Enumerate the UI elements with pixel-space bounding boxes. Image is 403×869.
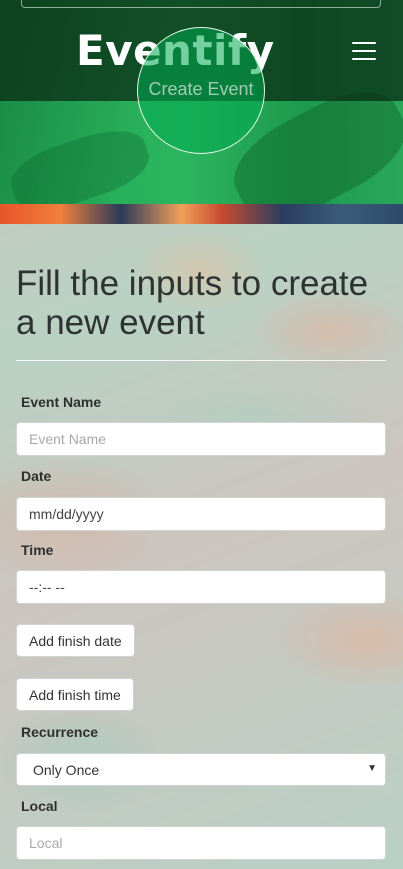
recurrence-selected-value: Only Once bbox=[33, 761, 100, 778]
event-name-label: Event Name bbox=[21, 394, 102, 410]
time-label: Time bbox=[21, 542, 54, 558]
date-label: Date bbox=[21, 468, 52, 484]
local-label: Local bbox=[21, 798, 58, 814]
event-name-input[interactable] bbox=[16, 422, 386, 456]
time-input[interactable] bbox=[16, 570, 386, 604]
navbar-top-outline bbox=[21, 0, 381, 8]
local-input[interactable] bbox=[16, 826, 386, 860]
title-divider bbox=[16, 360, 386, 361]
hero-strip bbox=[0, 204, 403, 224]
recurrence-select[interactable]: Only Once ▼ bbox=[16, 753, 386, 786]
create-event-label[interactable]: Create Event bbox=[137, 79, 265, 100]
hamburger-icon[interactable] bbox=[350, 41, 378, 61]
date-input[interactable] bbox=[16, 497, 386, 531]
recurrence-label: Recurrence bbox=[21, 724, 99, 740]
add-finish-time-button[interactable]: Add finish time bbox=[16, 678, 134, 711]
caret-down-icon: ▼ bbox=[367, 763, 377, 774]
page-title: Fill the inputs to create a new event bbox=[16, 264, 369, 342]
add-finish-date-button[interactable]: Add finish date bbox=[16, 624, 135, 657]
